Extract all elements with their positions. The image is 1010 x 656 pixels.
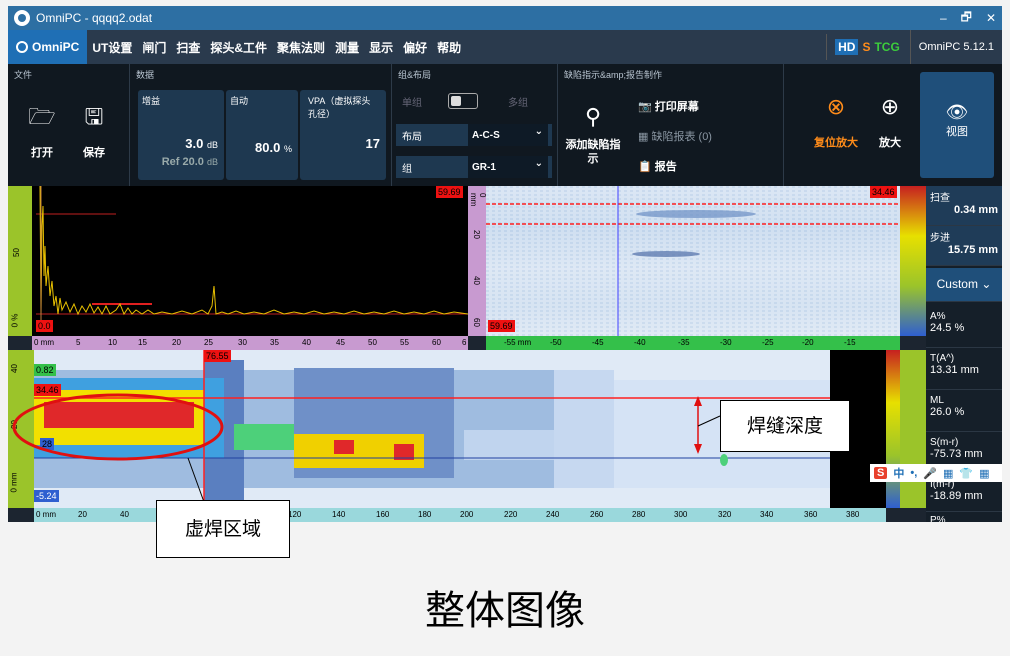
ime-chinese-toggle[interactable]: 中 <box>893 465 904 481</box>
ime-keyboard-icon[interactable]: ▦ <box>943 467 953 480</box>
false-weld-circle <box>12 393 224 461</box>
arrow-up-icon <box>694 396 702 406</box>
false-weld-leader <box>187 457 205 503</box>
figure-caption: 整体图像 <box>425 588 585 634</box>
ime-toolbar[interactable]: S 中 •, 🎤 ▦ 👕 ▦ <box>870 464 1002 482</box>
ime-punctuation-icon[interactable]: •, <box>910 467 917 479</box>
annotation-overlay <box>12 393 721 503</box>
arrow-down-icon <box>694 444 702 454</box>
ime-menu-icon[interactable]: ▦ <box>979 467 989 480</box>
sogou-logo-icon: S <box>874 467 888 479</box>
false-weld-callout: 虚焊区域 <box>156 500 290 558</box>
screenshot: OmniPC - qqqq2.odat – 🗗 ✕ OmniPC UT设置 闸门… <box>8 6 1002 522</box>
weld-depth-leader <box>697 415 721 427</box>
weld-depth-callout: 焊缝深度 <box>720 400 850 452</box>
ime-skin-icon[interactable]: 👕 <box>959 467 973 480</box>
ime-voice-icon[interactable]: 🎤 <box>923 467 937 480</box>
